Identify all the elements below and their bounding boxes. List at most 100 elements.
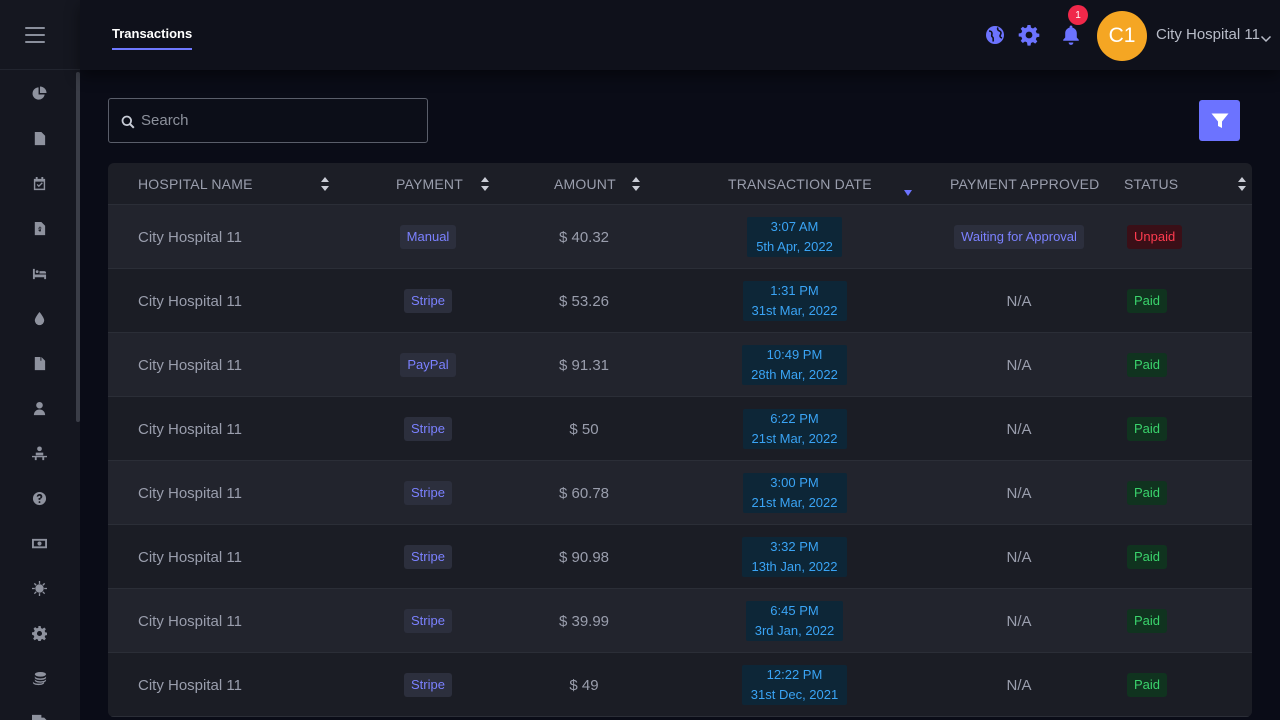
user-doctor-icon[interactable] [30, 399, 48, 417]
hospital-name-cell: City Hospital 11 [138, 548, 242, 566]
hamburger-menu-icon[interactable] [25, 27, 45, 43]
sidebar-scrollbar[interactable] [76, 72, 80, 422]
transaction-time: 6:45 PM [770, 603, 819, 618]
column-header-amount[interactable]: AMOUNT [554, 163, 616, 205]
transaction-date: 31st Dec, 2021 [750, 687, 839, 702]
transaction-time: 6:22 PM [770, 411, 819, 426]
amount-cell: $ 90.98 [558, 548, 610, 566]
transaction-time: 3:00 PM [770, 475, 819, 490]
approval-cell: N/A [1006, 420, 1032, 438]
table-row[interactable]: City Hospital 11 Stripe $ 53.26 1:31 PM … [108, 269, 1252, 333]
transaction-date-badge: 6:45 PM 3rd Jan, 2022 [745, 601, 844, 641]
calendar-check-icon[interactable] [30, 174, 48, 192]
status-badge: Paid [1127, 609, 1168, 633]
transaction-date: 21st Mar, 2022 [751, 431, 838, 446]
chevron-down-icon[interactable] [1260, 30, 1272, 43]
table-row[interactable]: City Hospital 11 Stripe $ 49 12:22 PM 31… [108, 653, 1252, 717]
approval-cell: N/A [1006, 356, 1032, 374]
column-header-hospital-name[interactable]: HOSPITAL NAME [138, 163, 253, 205]
invoice-dollar-icon[interactable] [30, 219, 48, 237]
settings-gear-icon[interactable] [1018, 24, 1040, 46]
transaction-date-badge: 10:49 PM 28th Mar, 2022 [742, 345, 847, 385]
approval-cell: N/A [1006, 548, 1032, 566]
status-badge: Paid [1127, 289, 1168, 313]
column-header-payment-approved[interactable]: PAYMENT APPROVED [950, 163, 1099, 205]
filter-icon [1211, 113, 1228, 128]
approval-cell: N/A [1006, 612, 1032, 630]
sort-icon[interactable] [1237, 176, 1247, 192]
approval-cell: N/A [1006, 484, 1032, 502]
coins-icon[interactable] [30, 669, 48, 687]
question-icon[interactable] [30, 489, 48, 507]
payment-method-badge: PayPal [400, 353, 456, 377]
bell-icon[interactable] [1060, 24, 1082, 46]
patient-icon[interactable] [30, 444, 48, 462]
table-row[interactable]: City Hospital 11 Stripe $ 90.98 3:32 PM … [108, 525, 1252, 589]
transaction-date: 3rd Jan, 2022 [754, 623, 835, 638]
table-row[interactable]: City Hospital 11 PayPal $ 91.31 10:49 PM… [108, 333, 1252, 397]
payment-method-badge: Stripe [404, 545, 452, 569]
payment-method-badge: Stripe [404, 417, 452, 441]
tab-transactions[interactable]: Transactions [112, 26, 193, 50]
search-icon [121, 114, 135, 129]
payment-method-badge: Stripe [404, 673, 452, 697]
column-header-status[interactable]: STATUS [1124, 163, 1178, 205]
sort-icon[interactable] [320, 176, 330, 192]
transaction-date: 31st Mar, 2022 [751, 303, 838, 318]
amount-cell: $ 39.99 [558, 612, 610, 630]
globe-icon[interactable] [984, 24, 1006, 46]
sort-desc-icon[interactable] [903, 182, 913, 198]
amount-cell: $ 60.78 [558, 484, 610, 502]
column-header-payment[interactable]: PAYMENT [396, 163, 463, 205]
blood-drop-icon[interactable] [30, 309, 48, 327]
bed-icon[interactable] [30, 264, 48, 282]
hospital-name-cell: City Hospital 11 [138, 612, 242, 630]
sidebar [0, 0, 80, 720]
hospital-name-cell: City Hospital 11 [138, 420, 242, 438]
hospital-name-cell: City Hospital 11 [138, 484, 242, 502]
column-header-transaction-date[interactable]: TRANSACTION DATE [728, 163, 872, 205]
search-input[interactable] [141, 99, 421, 142]
transaction-date: 28th Mar, 2022 [751, 367, 838, 382]
gear-icon[interactable] [30, 624, 48, 642]
user-name[interactable]: City Hospital 11 [1156, 26, 1260, 43]
transaction-date-badge: 12:22 PM 31st Dec, 2021 [741, 665, 848, 705]
money-icon[interactable] [30, 534, 48, 552]
transaction-date-badge: 6:22 PM 21st Mar, 2022 [742, 409, 847, 449]
status-badge: Paid [1127, 353, 1168, 377]
transaction-date-badge: 3:00 PM 21st Mar, 2022 [742, 473, 847, 513]
truck-icon[interactable] [30, 710, 48, 720]
transaction-date: 13th Jan, 2022 [751, 559, 838, 574]
sort-icon[interactable] [631, 176, 641, 192]
filter-button[interactable] [1199, 100, 1240, 141]
transactions-table: HOSPITAL NAME PAYMENT AMOUNT TRANSACTION… [108, 163, 1252, 717]
approval-cell: N/A [1006, 676, 1032, 694]
sort-icon[interactable] [480, 176, 490, 192]
amount-cell: $ 50 [569, 420, 599, 438]
approval-badge: Waiting for Approval [954, 225, 1084, 249]
search-box [108, 98, 428, 143]
status-badge: Paid [1127, 417, 1168, 441]
table-row[interactable]: City Hospital 11 Manual $ 40.32 3:07 AM … [108, 205, 1252, 269]
hospital-name-cell: City Hospital 11 [138, 356, 242, 374]
table-row[interactable]: City Hospital 11 Stripe $ 50 6:22 PM 21s… [108, 397, 1252, 461]
transaction-time: 3:32 PM [770, 539, 819, 554]
top-header: Transactions 1 C1 City Hospital 11 [80, 0, 1280, 70]
table-row[interactable]: City Hospital 11 Stripe $ 39.99 6:45 PM … [108, 589, 1252, 653]
document-icon[interactable] [30, 129, 48, 147]
amount-cell: $ 49 [569, 676, 599, 694]
table-row[interactable]: City Hospital 11 Stripe $ 60.78 3:00 PM … [108, 461, 1252, 525]
hospital-name-cell: City Hospital 11 [138, 292, 242, 310]
virus-icon[interactable] [30, 579, 48, 597]
transaction-date-badge: 1:31 PM 31st Mar, 2022 [742, 281, 847, 321]
transaction-date-badge: 3:07 AM 5th Apr, 2022 [747, 217, 842, 257]
avatar[interactable]: C1 [1097, 11, 1147, 61]
payment-method-badge: Manual [399, 225, 457, 249]
pie-chart-icon[interactable] [30, 84, 48, 102]
amount-cell: $ 91.31 [558, 356, 610, 374]
status-badge: Paid [1127, 545, 1168, 569]
transaction-date: 5th Apr, 2022 [756, 239, 833, 254]
sidebar-divider [0, 69, 80, 70]
file-icon[interactable] [30, 354, 48, 372]
status-badge: Paid [1127, 673, 1168, 697]
